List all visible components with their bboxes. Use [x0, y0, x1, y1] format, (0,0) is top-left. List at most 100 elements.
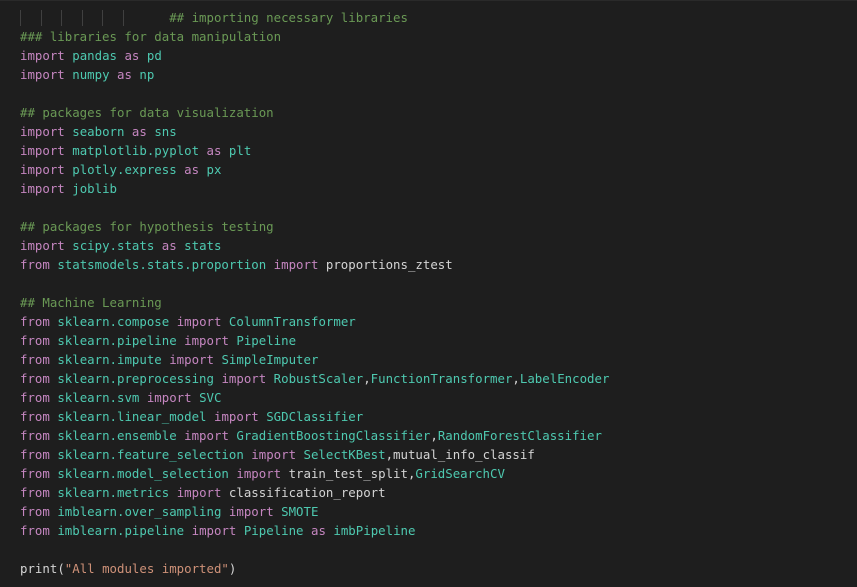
- code-token-string: "All modules imported": [64, 561, 229, 576]
- code-token-module: joblib: [72, 181, 117, 196]
- code-token-keyword: import: [146, 390, 192, 405]
- code-line[interactable]: from sklearn.feature_selection import Se…: [20, 445, 609, 464]
- code-token-module: sklearn.preprocessing: [57, 371, 214, 386]
- code-token-keyword: import: [191, 523, 237, 538]
- code-token-module: plotly.express: [72, 162, 177, 177]
- code-line[interactable]: ## Machine Learning: [20, 293, 609, 312]
- code-line[interactable]: from sklearn.pipeline import Pipeline: [20, 331, 609, 350]
- code-token-class: Pipeline: [243, 523, 304, 538]
- code-line[interactable]: ## packages for data visualization: [20, 103, 609, 122]
- code-token-class: SimpleImputer: [221, 352, 319, 367]
- code-token-keyword: from: [20, 447, 50, 462]
- code-line[interactable]: import pandas as pd: [20, 46, 609, 65]
- code-token-module: seaborn: [72, 124, 125, 139]
- code-line[interactable]: import numpy as np: [20, 65, 609, 84]
- code-token-keyword: import: [20, 181, 65, 196]
- code-token-module: sklearn.ensemble: [57, 428, 177, 443]
- code-token-class: SMOTE: [281, 504, 319, 519]
- code-line[interactable]: import scipy.stats as stats: [20, 236, 609, 255]
- code-line[interactable]: from sklearn.ensemble import GradientBoo…: [20, 426, 609, 445]
- code-token-module: numpy: [72, 67, 110, 82]
- code-area[interactable]: ## importing necessary libraries ### libr…: [20, 8, 609, 578]
- code-token-function: train_test_split: [288, 466, 408, 481]
- code-line[interactable]: from sklearn.svm import SVC: [20, 388, 609, 407]
- code-token-alias: pd: [146, 48, 162, 63]
- code-token-class: imbPipeline: [333, 523, 416, 538]
- code-line[interactable]: from imblearn.over_sampling import SMOTE: [20, 502, 609, 521]
- code-editor[interactable]: ## importing necessary libraries ### libr…: [0, 0, 857, 587]
- code-line[interactable]: [20, 274, 609, 293]
- code-token-module: matplotlib.pyplot: [72, 143, 200, 158]
- code-line[interactable]: from sklearn.linear_model import SGDClas…: [20, 407, 609, 426]
- code-token-class: GridSearchCV: [415, 466, 505, 481]
- code-line[interactable]: from sklearn.model_selection import trai…: [20, 464, 609, 483]
- code-token-module: sklearn.compose: [57, 314, 170, 329]
- code-line[interactable]: [20, 84, 609, 103]
- code-token-class: LabelEncoder: [519, 371, 610, 386]
- code-token-punct: ,: [363, 371, 371, 386]
- code-line[interactable]: import plotly.express as px: [20, 160, 609, 179]
- code-token-keyword: import: [20, 67, 65, 82]
- code-token-keyword: import: [213, 409, 259, 424]
- code-token-comment: ## importing necessary libraries: [169, 10, 408, 25]
- code-token-keyword: import: [273, 257, 319, 272]
- code-token-keyword: import: [184, 333, 229, 348]
- code-line[interactable]: [20, 540, 609, 559]
- code-line[interactable]: from imblearn.pipeline import Pipeline a…: [20, 521, 609, 540]
- code-token-keyword: from: [20, 333, 50, 348]
- code-token-function: proportions_ztest: [325, 257, 453, 272]
- code-line[interactable]: import matplotlib.pyplot as plt: [20, 141, 609, 160]
- code-line[interactable]: from sklearn.compose import ColumnTransf…: [20, 312, 609, 331]
- code-line[interactable]: import joblib: [20, 179, 609, 198]
- code-line[interactable]: from statsmodels.stats.proportion import…: [20, 255, 609, 274]
- code-line[interactable]: ## packages for hypothesis testing: [20, 217, 609, 236]
- code-token-class: FunctionTransformer: [370, 371, 513, 386]
- code-line[interactable]: from sklearn.metrics import classificati…: [20, 483, 609, 502]
- code-token-keyword: from: [20, 257, 50, 272]
- code-line[interactable]: ### libraries for data manipulation: [20, 27, 609, 46]
- code-line[interactable]: from sklearn.impute import SimpleImputer: [20, 350, 609, 369]
- code-token-module: pandas: [72, 48, 117, 63]
- code-token-keyword: import: [20, 48, 65, 63]
- code-token-class: RandomForestClassifier: [437, 428, 602, 443]
- code-line[interactable]: from sklearn.preprocessing import Robust…: [20, 369, 609, 388]
- code-token-punct: ,: [512, 371, 520, 386]
- code-token-comment: ## Machine Learning: [20, 295, 162, 310]
- code-token-keyword: as: [161, 238, 177, 253]
- code-token-keyword: from: [20, 485, 50, 500]
- code-token-module: sklearn.linear_model: [57, 409, 207, 424]
- code-token-punct: ): [228, 561, 237, 576]
- code-token-module: scipy.stats: [72, 238, 155, 253]
- code-token-function: print: [20, 561, 58, 576]
- code-token-keyword: from: [20, 428, 50, 443]
- code-token-class: SVC: [199, 390, 222, 405]
- code-token-keyword: import: [169, 352, 214, 367]
- code-line[interactable]: [20, 198, 609, 217]
- code-line[interactable]: print("All modules imported"): [20, 559, 609, 578]
- code-token-module: statsmodels.stats.proportion: [57, 257, 267, 272]
- code-token-comment: ## packages for data visualization: [20, 105, 274, 120]
- code-token-module: sklearn.feature_selection: [57, 447, 244, 462]
- code-token-keyword: as: [124, 48, 140, 63]
- code-token-comment: ### libraries for data manipulation: [20, 29, 282, 44]
- code-line[interactable]: ## importing necessary libraries: [20, 8, 609, 27]
- code-line[interactable]: import seaborn as sns: [20, 122, 609, 141]
- code-token-class: SGDClassifier: [266, 409, 364, 424]
- code-token-module: sklearn.model_selection: [57, 466, 229, 481]
- code-token-keyword: import: [236, 466, 282, 481]
- code-token-class: ColumnTransformer: [228, 314, 356, 329]
- code-token-class: GradientBoostingClassifier: [236, 428, 431, 443]
